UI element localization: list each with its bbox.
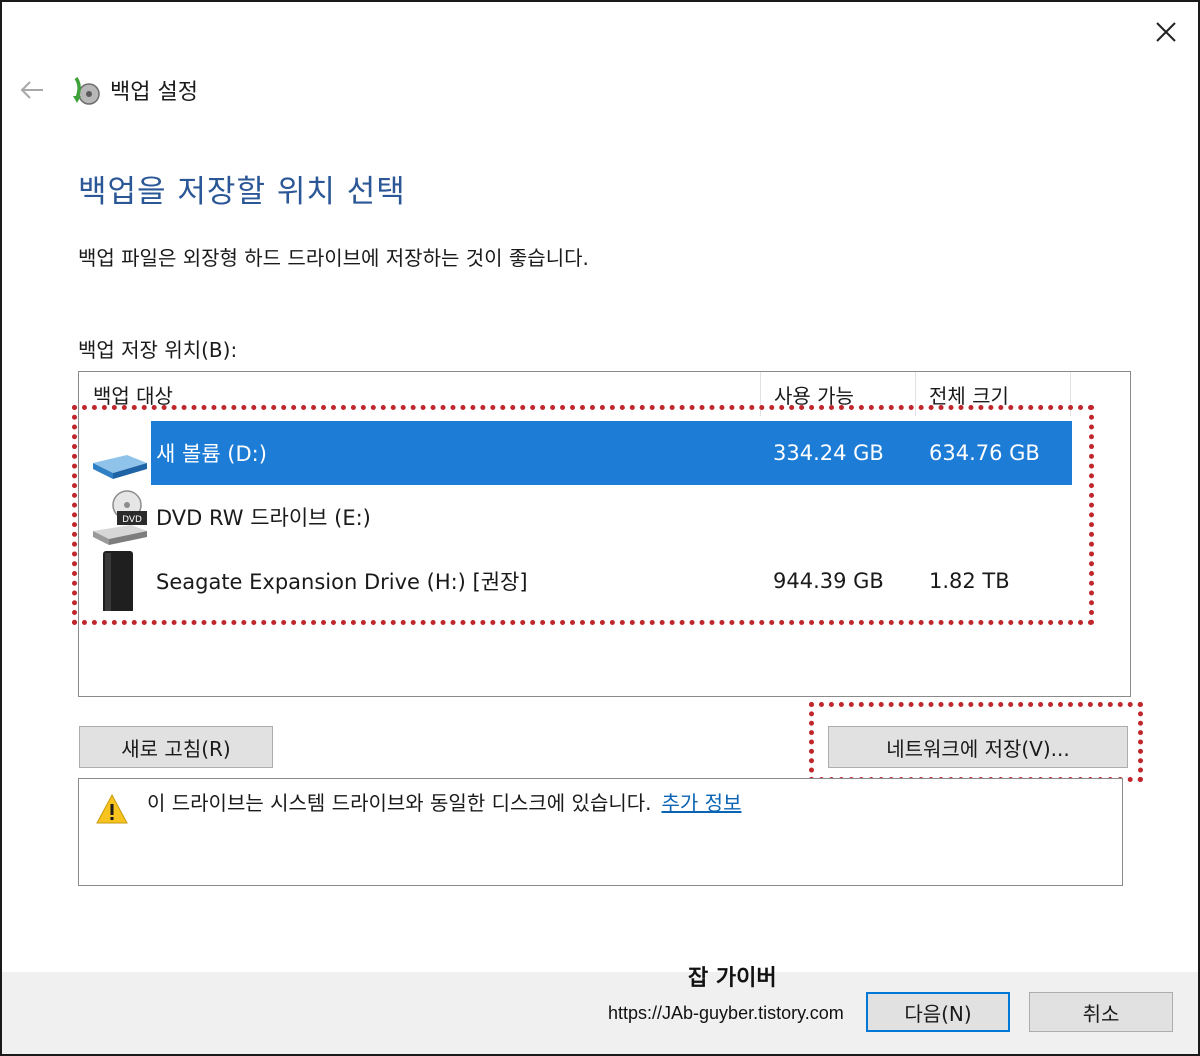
close-icon xyxy=(1156,22,1176,42)
watermark-title: 잡 가이버 xyxy=(688,966,777,991)
title-bar: 백업 설정 xyxy=(16,70,198,110)
warning-icon xyxy=(96,793,128,824)
dvd-drive-icon: DVD xyxy=(93,490,147,545)
warning-text: 이 드라이브는 시스템 드라이브와 동일한 디스크에 있습니다. xyxy=(147,791,652,815)
drive-row-h[interactable]: Seagate Expansion Drive (H:) [권장] 944.39… xyxy=(79,549,1079,613)
next-button[interactable]: 다음(N) xyxy=(866,992,1010,1032)
drive-row-d[interactable]: 새 볼륨 (D:) 334.24 GB 634.76 GB xyxy=(79,421,1079,485)
warning-panel: 이 드라이브는 시스템 드라이브와 동일한 디스크에 있습니다. 추가 정보 xyxy=(78,778,1123,886)
list-label: 백업 저장 위치(B): xyxy=(78,338,238,362)
more-info-link[interactable]: 추가 정보 xyxy=(662,791,742,815)
volume-drive-icon xyxy=(93,455,147,479)
column-header-target[interactable]: 백업 대상 xyxy=(79,372,173,416)
column-divider[interactable] xyxy=(1070,372,1071,416)
cancel-button[interactable]: 취소 xyxy=(1029,992,1173,1032)
drive-name: Seagate Expansion Drive (H:) [권장] xyxy=(156,570,528,594)
footer-bar xyxy=(2,972,1198,1054)
back-button[interactable] xyxy=(16,74,48,106)
refresh-button[interactable]: 새로 고침(R) xyxy=(79,726,273,768)
backup-icon xyxy=(73,77,100,105)
external-drive-icon xyxy=(103,551,133,611)
drive-list[interactable]: 백업 대상 사용 가능 전체 크기 새 볼륨 (D:) 334.24 GB 63… xyxy=(78,371,1131,697)
drive-total-size: 1.82 TB xyxy=(929,569,1010,593)
description-text: 백업 파일은 외장형 하드 드라이브에 저장하는 것이 좋습니다. xyxy=(78,246,589,270)
svg-text:DVD: DVD xyxy=(122,515,142,525)
column-header-free[interactable]: 사용 가능 xyxy=(760,372,854,416)
warning-message: 이 드라이브는 시스템 드라이브와 동일한 디스크에 있습니다. 추가 정보 xyxy=(147,787,741,816)
drive-total-size: 634.76 GB xyxy=(929,441,1040,465)
drive-name: 새 볼륨 (D:) xyxy=(156,442,267,466)
drive-free-space: 334.24 GB xyxy=(773,441,884,465)
drive-name: DVD RW 드라이브 (E:) xyxy=(156,506,371,530)
drive-free-space: 944.39 GB xyxy=(773,569,884,593)
window-title: 백업 설정 xyxy=(110,80,198,105)
page-heading: 백업을 저장할 위치 선택 xyxy=(78,174,406,210)
drive-row-e[interactable]: DVD DVD RW 드라이브 (E:) xyxy=(79,485,1079,549)
list-header: 백업 대상 사용 가능 전체 크기 xyxy=(79,372,1130,416)
close-button[interactable] xyxy=(1146,14,1186,50)
column-header-total[interactable]: 전체 크기 xyxy=(915,372,1009,416)
back-arrow-icon xyxy=(20,81,43,99)
save-to-network-button[interactable]: 네트워크에 저장(V)... xyxy=(828,726,1128,768)
watermark-url: https://JAb-guyber.tistory.com xyxy=(608,1003,844,1023)
